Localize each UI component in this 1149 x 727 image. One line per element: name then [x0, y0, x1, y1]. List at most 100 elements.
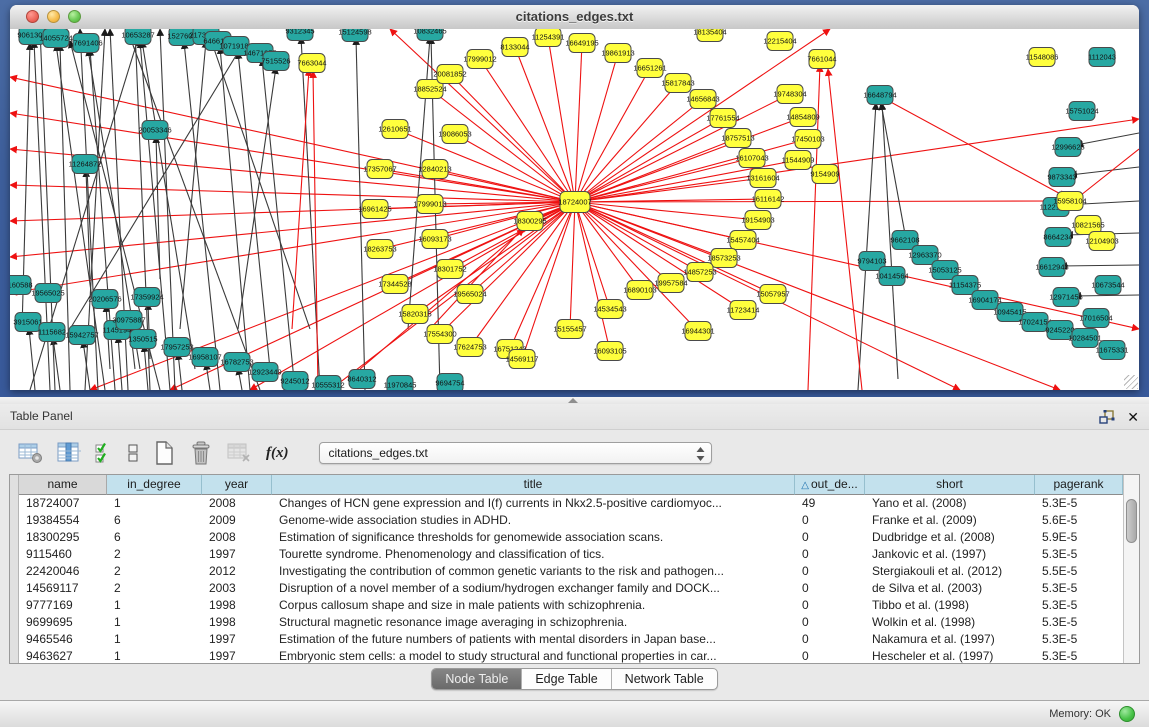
graph-node[interactable]: 8640312	[347, 370, 376, 389]
graph-node[interactable]: 17999012	[463, 50, 496, 69]
graph-node[interactable]: 16651261	[633, 59, 666, 78]
graph-node[interactable]: 12923449	[248, 363, 281, 382]
graph-edge[interactable]	[10, 77, 575, 202]
float-panel-icon[interactable]	[1099, 410, 1115, 424]
graph-edge[interactable]	[575, 53, 618, 202]
close-panel-icon[interactable]: ✕	[1127, 410, 1139, 424]
network-canvas[interactable]: 9061301140557241769140610653287152760221…	[10, 29, 1139, 390]
graph-node[interactable]: 15942757	[65, 326, 98, 345]
graph-node[interactable]: 18300295	[513, 212, 546, 231]
table-row[interactable]: 1456911722003Disruption of a novel membe…	[19, 580, 1123, 597]
graph-node[interactable]: 19154903	[741, 211, 774, 230]
column-header-title[interactable]: title	[272, 475, 795, 495]
graph-node[interactable]: 15751024	[1065, 102, 1098, 121]
graph-node[interactable]: 19957584	[654, 274, 687, 293]
graph-node[interactable]: 12971456	[1049, 288, 1082, 307]
graph-edge[interactable]	[160, 29, 175, 390]
graph-edge[interactable]	[1076, 133, 1139, 145]
graph-node[interactable]: 18301752	[433, 260, 466, 279]
graph-edge[interactable]	[575, 202, 671, 283]
scrollbar-thumb[interactable]	[1126, 499, 1137, 543]
graph-node[interactable]: 18724007	[558, 192, 591, 213]
graph-node[interactable]: 15820315	[398, 305, 431, 324]
graph-node[interactable]: 9694754	[435, 374, 464, 391]
graph-node[interactable]: 14656843	[686, 90, 719, 109]
table-row[interactable]: 1830029562008Estimation of significance …	[19, 529, 1123, 546]
graph-node[interactable]: 16093105	[593, 342, 626, 361]
graph-node[interactable]: 16649195	[565, 34, 598, 53]
graph-edge[interactable]	[313, 71, 318, 390]
graph-node[interactable]: 15958104	[1053, 192, 1086, 211]
resize-grip[interactable]	[1124, 375, 1138, 389]
table-scrollbar[interactable]	[1123, 475, 1139, 663]
column-header-in_degree[interactable]: in_degree	[107, 475, 202, 495]
column-header-out_de[interactable]: △out_de...	[795, 475, 865, 495]
graph-node[interactable]: 19565024	[453, 285, 486, 304]
graph-node[interactable]: 7515526	[261, 52, 290, 71]
graph-edge[interactable]	[881, 103, 905, 234]
graph-node[interactable]: 17999013	[413, 195, 446, 214]
graph-node[interactable]: 11544909	[782, 151, 815, 170]
graph-edge[interactable]	[575, 68, 650, 202]
graph-edge[interactable]	[548, 37, 575, 202]
graph-node[interactable]: 9873343	[1047, 168, 1076, 187]
graph-node[interactable]: 17344528	[378, 275, 411, 294]
graph-node[interactable]: 17761554	[706, 109, 739, 128]
graph-node[interactable]: 16961425	[358, 200, 391, 219]
graph-node[interactable]: 8664234	[1043, 228, 1072, 247]
graph-node[interactable]: 11675331	[1096, 341, 1129, 360]
column-visibility-icon[interactable]	[57, 439, 81, 467]
graph-edge[interactable]	[575, 43, 582, 202]
graph-node[interactable]: 15817843	[661, 74, 694, 93]
table-row[interactable]: 1938455462009Genome-wide association stu…	[19, 512, 1123, 529]
graph-node[interactable]: 17357067	[363, 160, 396, 179]
graph-node[interactable]: 16116142	[752, 190, 785, 209]
table-row[interactable]: 1872400712008Changes of HCN gene express…	[19, 495, 1123, 512]
table-row[interactable]: 911546021997Tourette syndrome. Phenomeno…	[19, 546, 1123, 563]
graph-node[interactable]: 10673544	[1091, 276, 1124, 295]
graph-edge[interactable]	[206, 363, 210, 390]
graph-edge[interactable]	[1076, 149, 1139, 199]
graph-node[interactable]: 7663044	[297, 54, 326, 73]
table-row[interactable]: 969969511998Structural magnetic resonanc…	[19, 614, 1123, 631]
graph-node[interactable]: 9312345	[285, 29, 314, 41]
column-header-short[interactable]: short	[865, 475, 1035, 495]
graph-node[interactable]: 11254391	[532, 29, 565, 47]
network-window-titlebar[interactable]: citations_edges.txt	[10, 5, 1139, 30]
graph-node[interactable]: 16890103	[623, 281, 656, 300]
table-settings-icon[interactable]	[18, 439, 43, 467]
table-row[interactable]: 946362711997Embryonic stem cells: a mode…	[19, 648, 1123, 664]
memory-status-indicator[interactable]	[1119, 706, 1135, 722]
graph-node[interactable]: 9245012	[280, 372, 309, 391]
tab-edge-table[interactable]: Edge Table	[521, 669, 610, 689]
graph-node[interactable]: 16612943	[1035, 258, 1068, 277]
graph-node[interactable]: 8133044	[500, 38, 529, 57]
graph-node[interactable]: 1115682	[38, 323, 66, 342]
table-row[interactable]: 977716911998Corpus callosum shape and si…	[19, 597, 1123, 614]
graph-node[interactable]: 11548086	[1026, 48, 1059, 67]
table-row[interactable]: 2242004622012Investigating the contribut…	[19, 563, 1123, 580]
graph-node[interactable]: 20206576	[88, 290, 121, 309]
graph-edge[interactable]	[156, 136, 160, 279]
tab-node-table[interactable]: Node Table	[432, 669, 521, 689]
graph-node[interactable]: 16944301	[681, 322, 714, 341]
graph-node[interactable]: 11264872	[69, 155, 102, 174]
graph-edge[interactable]	[292, 69, 309, 329]
graph-node[interactable]: 10832465	[413, 29, 446, 41]
graph-node[interactable]: 19086053	[438, 125, 471, 144]
graph-node[interactable]: 15457404	[726, 231, 759, 250]
graph-node[interactable]: 17554300	[423, 325, 456, 344]
network-table-select[interactable]: citations_edges.txt	[319, 442, 712, 464]
row-height-icon[interactable]	[127, 439, 139, 467]
graph-edge[interactable]	[178, 353, 182, 390]
graph-node[interactable]: 30975887	[112, 311, 145, 330]
graph-edge[interactable]	[575, 119, 1139, 202]
graph-node[interactable]: 16648794	[863, 86, 896, 105]
graph-node[interactable]: 19748304	[773, 85, 806, 104]
graph-node[interactable]: 15124598	[338, 29, 371, 42]
graph-node[interactable]: 17691406	[69, 34, 102, 53]
graph-node[interactable]: 20053346	[138, 121, 171, 140]
graph-node[interactable]: 17016504	[1079, 309, 1112, 328]
graph-node[interactable]: 19861913	[601, 44, 634, 63]
graph-edge[interactable]	[858, 103, 876, 390]
